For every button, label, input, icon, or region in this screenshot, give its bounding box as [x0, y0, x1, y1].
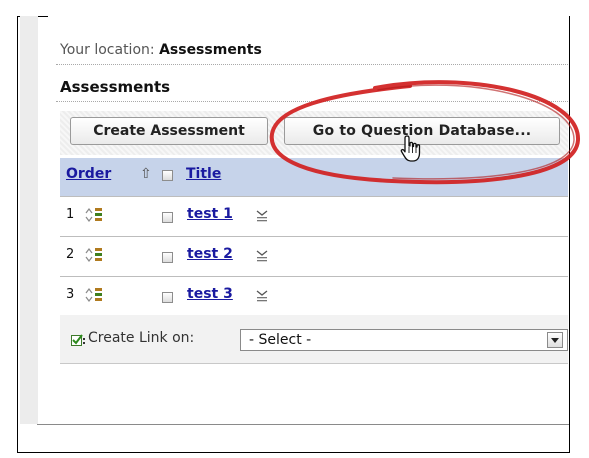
breadcrumb-current: Assessments: [159, 42, 262, 58]
sort-up-arrow-icon[interactable]: ⇧: [140, 166, 152, 182]
row-order-number: 3: [66, 287, 75, 302]
select-value: - Select -: [249, 332, 312, 348]
context-menu-icon[interactable]: [255, 209, 269, 223]
context-menu-icon[interactable]: [255, 289, 269, 303]
context-menu-icon[interactable]: [255, 249, 269, 263]
table-header: [60, 158, 568, 196]
row-checkbox[interactable]: [162, 252, 173, 263]
content-bottom-divider: [37, 424, 569, 425]
create-assessment-button[interactable]: Create Assessment: [70, 117, 268, 145]
title-column-header[interactable]: Title: [186, 166, 221, 182]
breadcrumb-prefix: Your location:: [60, 42, 155, 58]
row-order-number: 2: [66, 247, 75, 262]
row-checkbox[interactable]: [162, 212, 173, 223]
row-divider: [60, 196, 568, 197]
reorder-icon[interactable]: [84, 286, 104, 304]
reorder-icon[interactable]: [84, 206, 104, 224]
page-title: Assessments: [60, 78, 171, 96]
breadcrumb: Your location: Assessments: [60, 42, 262, 58]
hand-pointer-icon: [400, 135, 421, 162]
breadcrumb-divider: [56, 64, 568, 65]
reorder-icon[interactable]: [84, 246, 104, 264]
assessment-link[interactable]: test 2: [187, 246, 233, 262]
order-column-header[interactable]: Order: [66, 166, 111, 182]
left-sidebar-strip: [20, 16, 38, 424]
dropdown-arrow-icon[interactable]: [547, 332, 563, 348]
row-divider: [60, 236, 568, 237]
select-all-checkbox[interactable]: [162, 170, 173, 181]
row-checkbox[interactable]: [162, 292, 173, 303]
row-order-number: 1: [66, 207, 75, 222]
create-link-label: Create Link on:: [88, 330, 195, 346]
row-divider: [60, 276, 568, 277]
create-link-icon: [71, 334, 85, 346]
create-link-select[interactable]: - Select -: [240, 329, 568, 351]
assessment-link[interactable]: test 3: [187, 286, 233, 302]
title-divider: [56, 101, 568, 102]
assessment-link[interactable]: test 1: [187, 206, 233, 222]
